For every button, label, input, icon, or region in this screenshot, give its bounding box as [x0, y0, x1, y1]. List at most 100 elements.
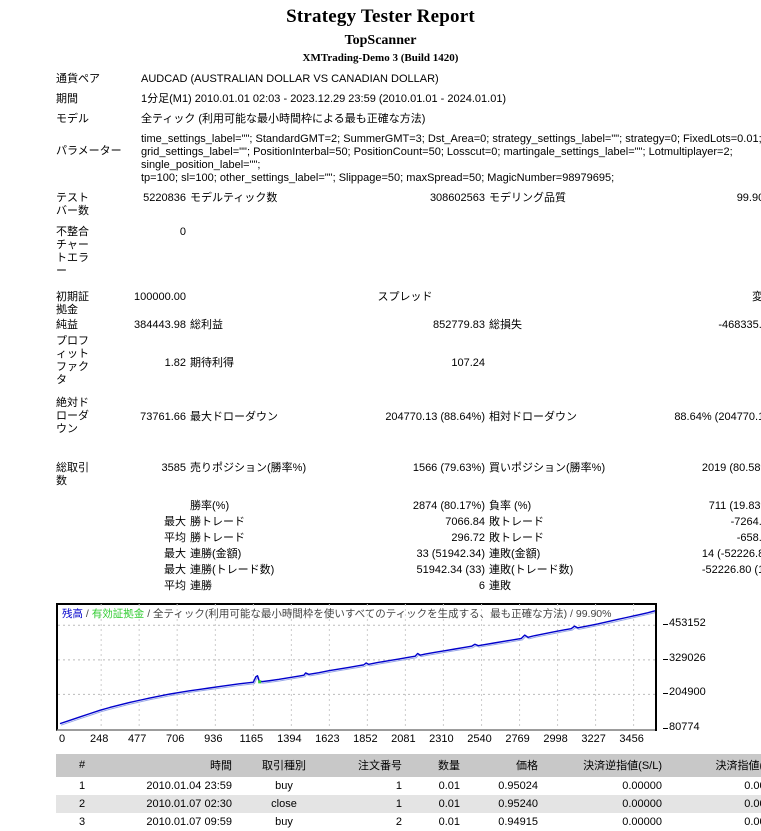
stats-value-relative-dd: 88.64% (204770.13): [674, 411, 761, 423]
stats-value-max-consec-losses: 14 (-52226.80): [701, 548, 761, 560]
trades-cell-time: 2010.01.07 02:30: [108, 795, 238, 813]
stats-value-max-consec-wins: 33 (51942.34): [416, 548, 486, 560]
stats-spacer-2: [56, 438, 761, 462]
stats-row-maximal-consec-count: 最大 連勝(トレード数) 51942.34 (33) 連敗(トレード数) -52…: [56, 564, 761, 580]
stats-label-net-profit: 純益: [56, 319, 78, 331]
stats-label-average-win: 勝トレード: [190, 532, 245, 544]
trades-cell-sl: 0.00000: [622, 780, 662, 792]
stats-value-gross-loss: -468335.84: [718, 319, 761, 331]
stats-label-model-ticks: モデルティック数: [190, 192, 278, 204]
x-axis-label: 706: [165, 733, 185, 745]
equity-curve-svg: [58, 604, 657, 729]
settings-value-symbol: AUDCAD (AUSTRALIAN DOLLAR VS CANADIAN DO…: [141, 73, 439, 85]
equity-chart: 残高 / 有効証拠金 / 全ティック(利用可能な最小時間枠を使いすべてのティック…: [56, 603, 761, 751]
y-axis-tick: [663, 693, 668, 695]
stats-value-total-trades: 3585: [161, 462, 186, 474]
stats-row-avg-consec: 平均 連勝 6 連敗 1: [56, 580, 761, 596]
trades-header-row: # 時間 取引種別 注文番号 数量 価格 決済逆指値(S/L) 決済指値(T/P…: [56, 754, 761, 777]
table-row[interactable]: 1 2010.01.04 23:59 buy 1 0.01 0.95024 0.00000 0…: [56, 777, 761, 795]
trades-cell-num: 2: [56, 795, 108, 813]
y-axis-tick: [663, 658, 668, 660]
x-axis-label: 3456: [619, 733, 644, 745]
settings-row-symbol: 通貨ペア AUDCAD (AUSTRALIAN DOLLAR VS CANADI…: [56, 73, 761, 93]
stats-label-avg-consec-wins: 連勝: [190, 580, 212, 592]
chart-y-axis: 453152 329026 204900 80774: [663, 603, 761, 733]
trades-cell-order: 1: [395, 780, 402, 792]
x-axis-label: 1394: [277, 733, 302, 745]
stats-label-max-consec-losses: 連敗(金額): [489, 548, 541, 560]
trades-col-time: 時間: [108, 754, 238, 777]
trades-cell-type: buy: [275, 780, 293, 792]
stats-label-max-consec-wins: 連勝(金額): [190, 548, 242, 560]
x-axis-label: 936: [204, 733, 223, 745]
x-axis-label: 477: [127, 733, 147, 745]
table-row[interactable]: 3 2010.01.07 09:59 buy 2 0.01 0.94915 0.00000 0…: [56, 813, 761, 831]
stats-value-test-bars: 5220836: [143, 192, 186, 204]
trades-cell-num: 3: [78, 816, 86, 828]
settings-row-model: モデル 全ティック (利用可能な最小時間枠による最も正確な方法): [56, 113, 761, 133]
stats-row-mismatch: 不整合チャートエラー 0: [56, 220, 761, 280]
parameters-line-3: tp=100; sl=100; other_settings_label="";…: [141, 172, 615, 184]
stats-value-average-loss: -658.70: [736, 532, 761, 544]
trades-cell-price: 0.95240: [466, 795, 544, 813]
legend-sep-1: /: [85, 608, 89, 620]
stats-label-absolute-dd: 絶対ドローダウン: [56, 397, 89, 435]
settings-value-parameters: time_settings_label=""; StandardGMT=2; S…: [141, 133, 761, 192]
stats-row-drawdown: 絶対ドローダウン 73761.66 最大ドローダウン 204770.13 (88…: [56, 389, 761, 438]
y-axis-tick: [663, 624, 668, 626]
stats-value-short-positions: 1566 (79.63%): [412, 462, 485, 474]
stats-label-short-positions: 売りポジション(勝率%): [190, 462, 307, 474]
y-axis-label: 453152: [669, 617, 706, 630]
stats-row-total-trades: 総取引数 3585 売りポジション(勝率%) 1566 (79.63%) 買いポ…: [56, 462, 761, 490]
x-axis-label: 1852: [353, 733, 378, 745]
trades-cell-price: 0.95024: [498, 780, 538, 792]
stats-row-largest: 最大 勝トレード 7066.84 敗トレード -7264.57: [56, 516, 761, 532]
stats-label-loss-rate: 負率 (%): [489, 500, 532, 512]
x-axis-label: 2310: [429, 733, 454, 745]
stats-label-largest: 最大: [164, 516, 186, 528]
x-axis-label: 2081: [391, 733, 416, 745]
stats-label-long-positions: 買いポジション(勝率%): [489, 462, 606, 474]
x-axis-label: 2540: [467, 733, 492, 745]
trades-cell-sl: 0.00000: [544, 795, 668, 813]
trades-col-type: 取引種別: [238, 754, 330, 777]
trades-cell-tp: 0.00000: [744, 780, 761, 792]
legend-balance: 残高: [62, 608, 83, 620]
trades-table: # 時間 取引種別 注文番号 数量 価格 決済逆指値(S/L) 決済指値(T/P…: [56, 754, 761, 831]
stats-label-average: 平均: [164, 532, 186, 544]
trades-col-sl: 決済逆指値(S/L): [544, 754, 668, 777]
stats-label-max2: 最大: [164, 564, 186, 576]
stats-value-initial-deposit: 100000.00: [134, 291, 186, 303]
x-axis-label: 3227: [581, 733, 606, 745]
stats-label-max-dd: 最大ドローダウン: [190, 411, 278, 423]
stats-value-avg-consec-wins: 6: [478, 580, 485, 592]
stats-label-relative-dd: 相対ドローダウン: [489, 411, 577, 423]
stats-value-mismatch: 0: [179, 226, 186, 238]
stats-label-win-rate: 勝率(%): [190, 500, 230, 512]
trades-cell-order: 1: [330, 795, 408, 813]
x-axis-label: 2998: [543, 733, 568, 745]
stats-label-maximal-consec-loss: 連敗(トレード数): [489, 564, 574, 576]
trades-cell-price: 0.94915: [498, 816, 538, 828]
stats-label-gross-loss: 総損失: [489, 319, 522, 331]
legend-equity: 有効証拠金: [91, 608, 145, 620]
report-header: Strategy Tester Report TopScanner XMTrad…: [0, 0, 761, 64]
y-axis-label: 204900: [669, 686, 706, 699]
trades-cell-size: 0.01: [438, 816, 460, 828]
stats-row-average: 平均 勝トレード 296.72 敗トレード -658.70: [56, 532, 761, 548]
trades-cell-tp: 0.00000: [744, 816, 761, 828]
chart-x-axis: 0 248 477 706 936 1165 1394 1623 1852 2081 2310 254…: [56, 733, 657, 749]
stats-label-profit-factor: プロフィットファクタ: [56, 335, 89, 386]
stats-label-expected-payoff: 期待利得: [190, 357, 234, 369]
settings-table: 通貨ペア AUDCAD (AUSTRALIAN DOLLAR VS CANADI…: [56, 73, 761, 192]
trades-col-price: 価格: [466, 754, 544, 777]
stats-value-largest-win: 7066.84: [445, 516, 485, 528]
parameters-line-2: grid_settings_label=""; PositionInterbal…: [141, 146, 733, 171]
stats-label-maximal-consec-profit: 連勝(トレード数): [190, 564, 275, 576]
stats-row-profit-factor: プロフィットファクタ 1.82 期待利得 107.24: [56, 335, 761, 389]
stats-value-win-rate: 2874 (80.17%): [412, 500, 485, 512]
stats-value-largest-loss: -7264.57: [730, 516, 761, 528]
statistics-table: テストバー数 5220836 モデルティック数 308602563 モデリング品…: [56, 192, 761, 596]
legend-model: 全ティック(利用可能な最小時間枠を使いすべてのティックを生成する、最も正確な方法…: [153, 608, 612, 620]
table-row[interactable]: 2 2010.01.07 02:30 close 1 0.01 0.95240 0.0000…: [56, 795, 761, 813]
